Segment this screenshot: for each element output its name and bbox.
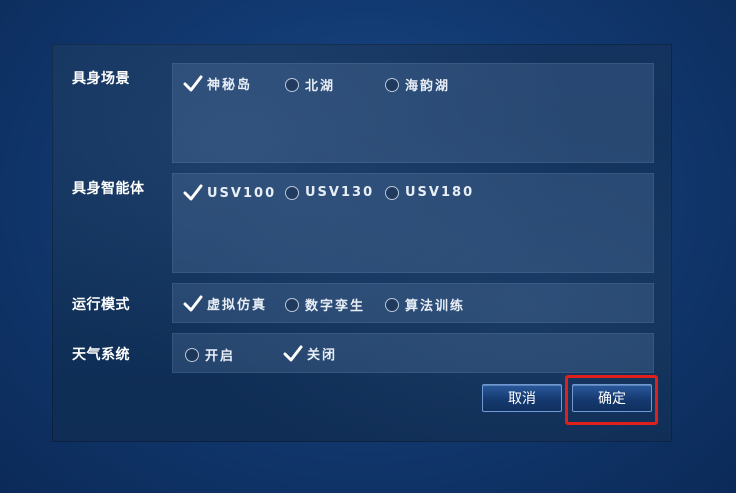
radio-icon [285,185,299,200]
option-label: 数字孪生 [305,299,366,314]
option-label: 算法训练 [405,299,466,314]
option-label: 开启 [205,349,236,364]
mode-option-0[interactable]: 虚拟仿真 [183,294,267,313]
checkmark-icon [183,184,203,201]
mode-label: 运行模式 [72,297,130,313]
radio-icon [185,347,199,362]
scene-options-box: 神秘岛 北湖 海韵湖 [172,63,654,163]
checkmark-icon [183,75,203,91]
cancel-button[interactable]: 取消 [482,384,562,412]
weather-label: 天气系统 [72,347,130,363]
scene-option-1[interactable]: 北湖 [285,75,335,94]
checkmark-icon [283,345,303,361]
radio-icon [385,185,399,200]
weather-options-box: 开启 关闭 [172,333,654,373]
weather-option-0[interactable]: 开启 [185,345,235,364]
radio-icon [385,77,399,92]
radio-icon [385,297,399,312]
option-label: 海韵湖 [405,79,451,94]
agent-option-0[interactable]: USV100 [183,184,276,202]
confirm-highlight-frame [565,375,658,425]
agent-option-2[interactable]: USV180 [385,185,474,200]
radio-icon [285,297,299,312]
scene-option-0[interactable]: 神秘岛 [183,74,252,93]
scene-option-2[interactable]: 海韵湖 [385,75,450,94]
option-label: 神秘岛 [207,78,253,93]
checkmark-icon [183,295,203,311]
radio-icon [285,77,299,92]
agent-option-1[interactable]: USV130 [285,185,374,200]
mode-option-2[interactable]: 算法训练 [385,295,465,314]
weather-option-1[interactable]: 关闭 [283,344,337,363]
option-label: USV130 [305,185,375,200]
option-label: 关闭 [307,348,338,363]
option-label: USV180 [405,185,475,200]
option-label: USV100 [207,185,277,201]
mode-option-1[interactable]: 数字孪生 [285,295,365,314]
agent-options-box: USV100 USV130 USV180 [172,173,654,273]
option-label: 虚拟仿真 [207,298,268,313]
mode-options-box: 虚拟仿真 数字孪生 算法训练 [172,283,654,323]
option-label: 北湖 [305,79,336,94]
scene-label: 具身场景 [72,71,130,87]
agent-label: 具身智能体 [72,181,145,197]
